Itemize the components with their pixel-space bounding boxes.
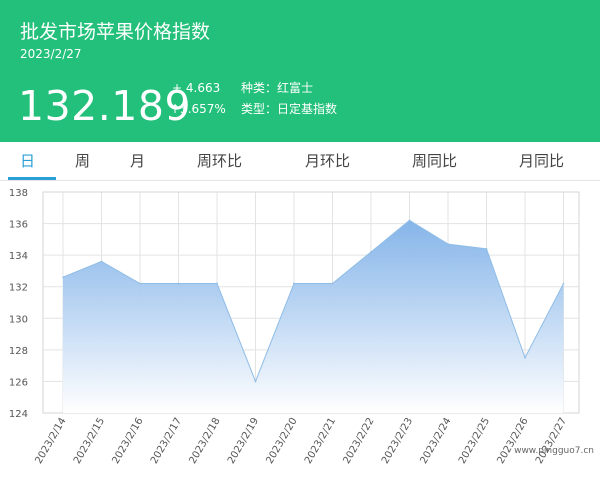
index-header: 批发市场苹果价格指数 2023/2/27 132.189 + 4.663 ↑3.…	[0, 0, 600, 142]
tab-week[interactable]: 周	[75, 142, 90, 180]
tab-day[interactable]: 日	[20, 142, 35, 180]
chart-svg: 1241261281301321341361382023/2/14 2023/2/…	[9, 188, 580, 466]
data-point	[254, 380, 257, 383]
type-row: 类型：日定基指数	[241, 101, 337, 117]
tab-month[interactable]: 月	[130, 142, 145, 180]
data-point	[62, 276, 64, 279]
variety-row: 种类：红富士	[241, 80, 313, 96]
data-point	[562, 282, 565, 285]
x-tick-label: 2023/2/24	[418, 416, 453, 466]
index-value: 132.189	[18, 82, 192, 130]
data-point	[408, 219, 411, 222]
x-tick-label: 2023/2/16	[110, 416, 145, 466]
y-tick-label: 132	[9, 283, 28, 294]
y-tick-label: 134	[9, 251, 28, 262]
data-point	[139, 282, 141, 285]
x-tick-label: 2023/2/17	[149, 416, 184, 466]
y-tick-label: 126	[9, 377, 28, 388]
x-tick-label: 2023/2/22	[341, 416, 376, 466]
data-point	[524, 356, 526, 359]
page-title: 批发市场苹果价格指数	[20, 21, 211, 43]
period-tabs: 日 周 月 周环比 月环比 周同比 月同比	[0, 142, 600, 181]
tab-week-year-over-year[interactable]: 周同比	[412, 142, 457, 180]
watermark: www.pingguo7.cn	[514, 446, 594, 456]
y-tick-label: 136	[9, 220, 28, 231]
variety-value: 红富士	[277, 81, 314, 95]
tab-month-over-month[interactable]: 月环比	[305, 142, 350, 180]
tab-month-year-over-year[interactable]: 月同比	[519, 142, 564, 180]
data-point	[485, 247, 488, 250]
x-tick-label: 2023/2/15	[72, 416, 107, 466]
y-tick-label: 124	[9, 409, 28, 420]
y-tick-label: 128	[9, 346, 28, 357]
change-absolute: + 4.663	[172, 81, 221, 95]
data-point	[216, 282, 218, 285]
type-value: 日定基指数	[277, 102, 338, 116]
x-tick-label: 2023/2/26	[495, 416, 530, 466]
data-point	[293, 282, 295, 285]
x-tick-label: 2023/2/23	[380, 416, 415, 466]
data-point	[447, 243, 449, 246]
data-point	[177, 282, 180, 285]
tab-week-over-week[interactable]: 周环比	[197, 142, 242, 180]
type-label: 类型：	[241, 102, 278, 116]
x-tick-label: 2023/2/27	[534, 416, 569, 466]
x-tick-label: 2023/2/25	[457, 416, 492, 466]
price-index-chart: 124 126 128 130 132 134 136 138 2023/2/14 2023/2/…	[0, 180, 600, 482]
data-point	[331, 282, 334, 285]
change-percent: ↑3.657%	[170, 102, 226, 116]
data-point	[100, 260, 103, 263]
variety-label: 种类：	[241, 81, 278, 95]
data-point	[370, 250, 372, 253]
y-tick-label: 130	[9, 314, 28, 325]
series-area	[63, 220, 564, 413]
x-tick-label: 2023/2/18	[187, 416, 222, 466]
x-tick-label: 2023/2/14	[33, 416, 68, 466]
x-tick-label: 2023/2/20	[264, 416, 299, 466]
y-tick-label: 138	[9, 188, 28, 199]
x-tick-label: 2023/2/21	[303, 416, 338, 466]
x-tick-label: 2023/2/19	[226, 416, 261, 466]
index-date: 2023/2/27	[20, 47, 82, 61]
